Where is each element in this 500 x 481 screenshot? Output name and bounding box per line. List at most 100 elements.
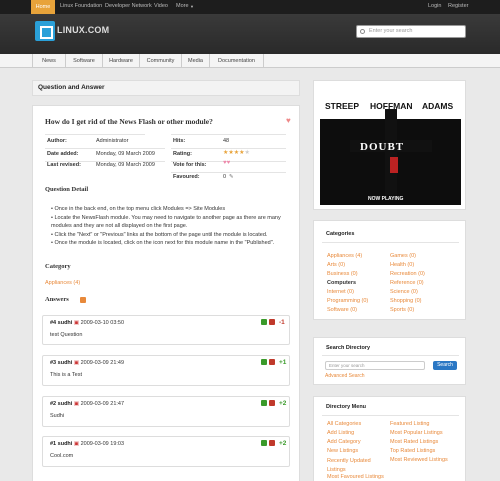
category-item[interactable]: Shopping (0) bbox=[390, 298, 422, 304]
category-item-selected[interactable]: Computers bbox=[327, 280, 356, 286]
search-input[interactable]: Enter your search bbox=[356, 25, 466, 38]
category-item[interactable]: Software (0) bbox=[327, 307, 357, 313]
search-directory-box: Search Directory Enter your search Searc… bbox=[313, 337, 466, 385]
last-revised-label: Last revised: bbox=[47, 162, 81, 168]
search-directory-title: Search Directory bbox=[326, 345, 371, 351]
topnav-more[interactable]: More bbox=[176, 3, 189, 9]
hits-label: Hits: bbox=[173, 138, 186, 144]
favourite-icon[interactable]: ✎ bbox=[229, 174, 234, 180]
category-item[interactable]: Health (0) bbox=[390, 262, 414, 268]
main-nav: News Software Hardware Community Media D… bbox=[0, 54, 500, 68]
vote-label: Vote for this: bbox=[173, 162, 207, 168]
directory-search-input[interactable]: Enter your search bbox=[325, 361, 425, 370]
category-link[interactable]: Appliances (4) bbox=[45, 280, 80, 286]
question-title: How do I get rid of the News Flash or ot… bbox=[45, 117, 213, 126]
vote-down-button[interactable] bbox=[269, 400, 275, 406]
category-item[interactable]: Science (0) bbox=[390, 289, 418, 295]
answer-item: #3 sudhi ▣ 2009-03-09 21:49 This is a Te… bbox=[42, 355, 290, 386]
detail-item: • Locate the NewsFlash module. You may n… bbox=[51, 214, 281, 230]
detail-item: • Once the module is located, click on t… bbox=[51, 240, 275, 246]
search-button[interactable]: Search bbox=[433, 361, 457, 370]
dirmenu-item[interactable]: Most Favoured Listings bbox=[327, 474, 384, 480]
dirmenu-item[interactable]: Top Rated Listings bbox=[390, 448, 435, 454]
category-item[interactable]: Business (0) bbox=[327, 271, 358, 277]
answer-item: #4 sudhi ▣ 2009-03-10 03:50 test Questio… bbox=[42, 315, 290, 345]
author-label: Author: bbox=[47, 138, 67, 144]
search-icon bbox=[360, 29, 365, 34]
favoured-value: 0 bbox=[223, 174, 227, 180]
dirmenu-item[interactable]: Most Rated Listings bbox=[390, 439, 438, 445]
site-logo[interactable]: LINUX.COM bbox=[35, 21, 111, 47]
dirmenu-item[interactable]: Most Reviewed Listings bbox=[390, 457, 448, 463]
calendar-icon: ▣ bbox=[73, 401, 80, 407]
author-value: Administrator bbox=[96, 138, 129, 144]
rss-icon[interactable] bbox=[80, 297, 86, 303]
date-added-value: Monday, 09 March 2009 bbox=[96, 151, 155, 157]
calendar-icon: ▣ bbox=[73, 320, 80, 326]
nav-hardware[interactable]: Hardware bbox=[103, 54, 140, 68]
vote-up-button[interactable] bbox=[261, 440, 267, 446]
qa-title-bar: Question and Answer bbox=[32, 80, 300, 96]
calendar-icon: ▣ bbox=[73, 441, 80, 447]
vote-down-button[interactable] bbox=[269, 319, 275, 325]
dirmenu-item[interactable]: Add Listing bbox=[327, 430, 354, 436]
category-item[interactable]: Sports (0) bbox=[390, 307, 414, 313]
rating-stars: ★★★★★ bbox=[223, 150, 250, 156]
register-link[interactable]: Register bbox=[448, 3, 468, 9]
topnav-home[interactable]: Home bbox=[31, 0, 55, 14]
topnav-linux-foundation[interactable]: Linux Foundation bbox=[60, 3, 102, 9]
nav-documentation[interactable]: Documentation bbox=[210, 54, 264, 68]
vote-up-button[interactable] bbox=[261, 359, 267, 365]
hits-value: 48 bbox=[223, 138, 230, 144]
movie-ad[interactable]: STREEP HOFFMAN ADAMS DOUBT NOW PLAYING bbox=[313, 80, 466, 210]
dirmenu-item[interactable]: All Categories bbox=[327, 421, 361, 427]
answer-item: #1 sudhi ▣ 2009-03-09 19:03 Cool.com +2 bbox=[42, 436, 290, 467]
dirmenu-item[interactable]: Add Category bbox=[327, 439, 361, 445]
category-item[interactable]: Internet (0) bbox=[327, 289, 354, 295]
categories-box: Categories Appliances (4) Arts (0) Busin… bbox=[313, 220, 466, 320]
date-added-label: Date added: bbox=[47, 151, 79, 157]
nav-software[interactable]: Software bbox=[66, 54, 103, 68]
ad-title: DOUBT bbox=[360, 141, 405, 153]
detail-item: • Click the "Next" or "Previous" links a… bbox=[51, 231, 268, 238]
answers-heading: Answers bbox=[45, 296, 69, 303]
rating-label: Rating: bbox=[173, 151, 192, 157]
category-item[interactable]: Reference (0) bbox=[390, 280, 424, 286]
category-item[interactable]: Appliances (4) bbox=[327, 253, 362, 259]
heart-icon[interactable]: ♥ bbox=[286, 116, 291, 125]
chevron-down-icon[interactable]: ▼ bbox=[190, 4, 194, 9]
nav-media[interactable]: Media bbox=[182, 54, 210, 68]
directory-menu-title: Directory Menu bbox=[326, 404, 367, 410]
answer-score: +1 bbox=[279, 359, 287, 366]
question-detail-heading: Question Detail bbox=[45, 186, 89, 193]
answer-score: +2 bbox=[279, 440, 287, 447]
calendar-icon: ▣ bbox=[73, 360, 80, 366]
nav-news[interactable]: News bbox=[32, 54, 66, 68]
dirmenu-item[interactable]: Most Popular Listings bbox=[390, 430, 443, 436]
category-item[interactable]: Programming (0) bbox=[327, 298, 368, 304]
topnav-developer-network[interactable]: Developer Network bbox=[105, 3, 152, 9]
category-item[interactable]: Arts (0) bbox=[327, 262, 345, 268]
answer-item: #2 sudhi ▣ 2009-03-09 21:47 Sudhi +2 bbox=[42, 396, 290, 427]
category-heading: Category bbox=[45, 263, 71, 270]
vote-down-button[interactable] bbox=[269, 359, 275, 365]
categories-title: Categories bbox=[326, 231, 355, 237]
page-title: Question and Answer bbox=[33, 81, 299, 95]
vote-down-button[interactable] bbox=[269, 440, 275, 446]
top-bar: Home Linux Foundation Developer Network … bbox=[0, 0, 500, 14]
vote-up-button[interactable] bbox=[261, 319, 267, 325]
detail-list: • Once in the back end, on the top menu … bbox=[51, 205, 295, 248]
login-link[interactable]: Login bbox=[428, 3, 441, 9]
category-item[interactable]: Games (0) bbox=[390, 253, 416, 259]
vote-up-button[interactable] bbox=[261, 400, 267, 406]
dirmenu-item[interactable]: Recently Updated Listings bbox=[327, 457, 385, 474]
favoured-label: Favoured: bbox=[173, 174, 200, 180]
nav-community[interactable]: Community bbox=[140, 54, 182, 68]
vote-hearts[interactable]: ♥♥ bbox=[223, 160, 230, 166]
answer-score: -1 bbox=[279, 319, 285, 326]
dirmenu-item[interactable]: New Listings bbox=[327, 448, 358, 454]
advanced-search-link[interactable]: Advanced Search bbox=[325, 373, 364, 379]
category-item[interactable]: Recreation (0) bbox=[390, 271, 425, 277]
topnav-video[interactable]: Video bbox=[154, 3, 168, 9]
dirmenu-item[interactable]: Featured Listing bbox=[390, 421, 429, 427]
